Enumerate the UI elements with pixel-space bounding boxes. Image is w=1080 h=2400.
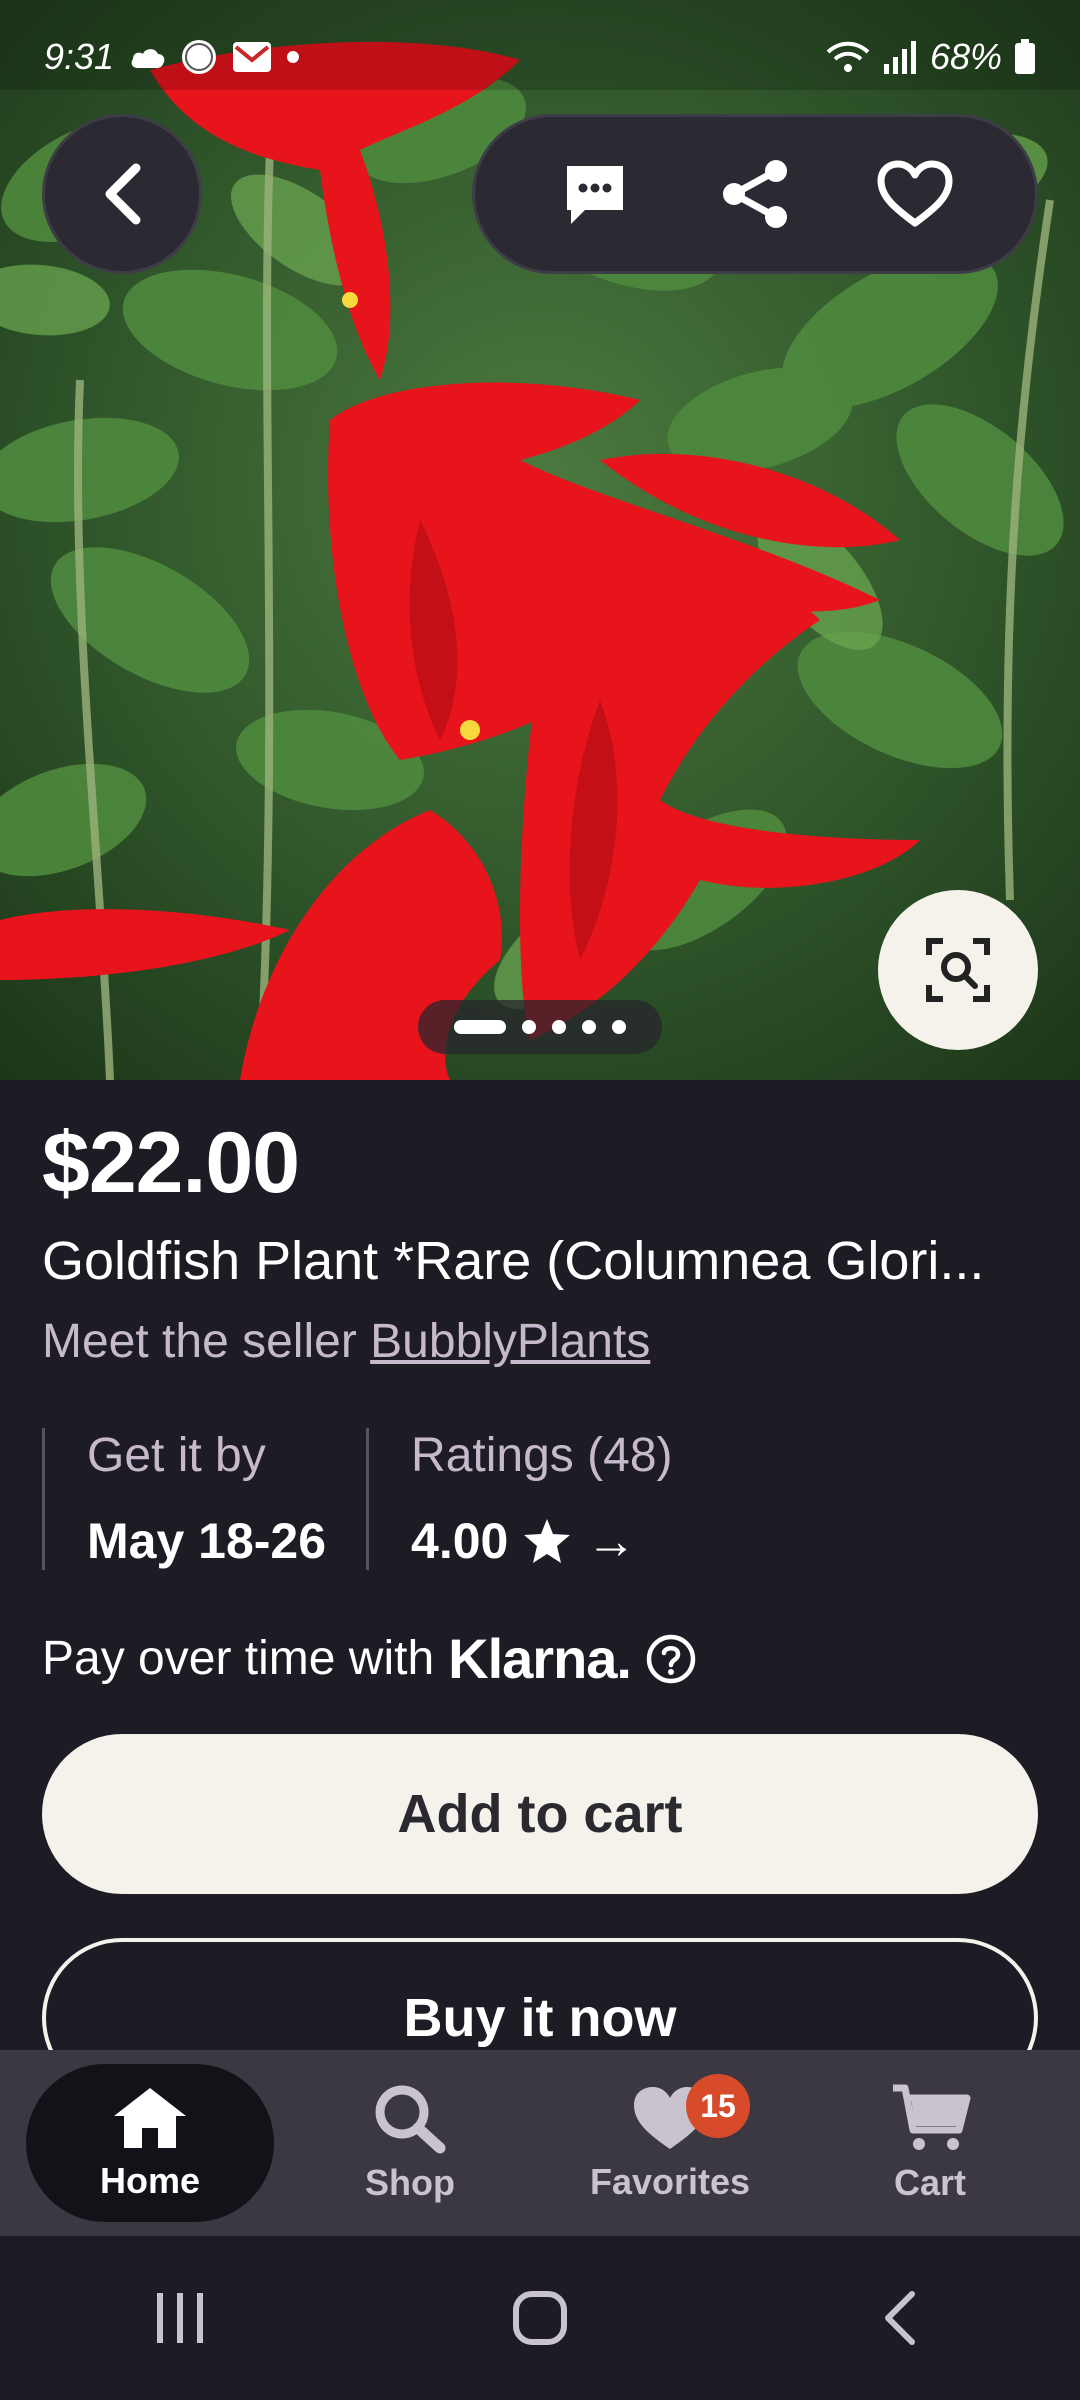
product-image[interactable]: 9:31 68%: [0, 0, 1080, 1080]
visual-search-icon: [926, 938, 990, 1002]
seller-link[interactable]: BubblyPlants: [370, 1315, 650, 1368]
carousel-dot: [612, 1020, 626, 1034]
search-icon: [375, 2085, 446, 2154]
message-seller-button[interactable]: [540, 139, 650, 249]
klarna-row[interactable]: Pay over time with Klarna.: [42, 1626, 697, 1691]
image-carousel-indicator: [418, 1000, 662, 1054]
add-to-cart-button[interactable]: Add to cart: [42, 1734, 1038, 1894]
nav-shop[interactable]: Shop: [286, 2064, 534, 2222]
bottom-nav: Home Shop 15 Favorites Cart: [0, 2050, 1080, 2236]
home-system-button[interactable]: [480, 2268, 600, 2368]
seller-line: Meet the seller BubblyPlants: [42, 1314, 650, 1369]
recent-apps-icon: [157, 2293, 203, 2343]
share-button[interactable]: [700, 139, 810, 249]
heart-outline-icon: [877, 160, 953, 227]
home-circle-icon: [513, 2291, 567, 2345]
action-toolbar: [472, 114, 1038, 274]
share-icon: [723, 160, 787, 228]
info-row: Get it by May 18-26 Ratings (48) 4.00 →: [42, 1428, 713, 1570]
carousel-dot: [582, 1020, 596, 1034]
nav-favorites-label: Favorites: [589, 2161, 751, 2202]
battery-icon: [1015, 39, 1035, 74]
rating-value: 4.00: [411, 1513, 509, 1569]
favorites-badge: 15: [686, 2074, 750, 2138]
klarna-logo: Klarna.: [448, 1627, 632, 1690]
ratings-value-row: 4.00 →: [411, 1512, 672, 1570]
carousel-dot: [552, 1020, 566, 1034]
delivery-label: Get it by: [87, 1429, 266, 1482]
battery-percent: 68%: [929, 36, 1002, 77]
nav-home[interactable]: Home: [26, 2064, 274, 2222]
product-details: $22.00 Goldfish Plant *Rare (Columnea Gl…: [0, 1080, 1080, 2050]
cart-icon: [893, 2084, 971, 2150]
ratings-label: Ratings (48): [411, 1429, 673, 1482]
nav-shop-label: Shop: [365, 2162, 455, 2203]
status-bar: 9:31 68%: [0, 0, 1080, 120]
buy-now-button[interactable]: Buy it now: [42, 1938, 1038, 2050]
klarna-text: Pay over time with: [42, 1632, 435, 1685]
mail-icon: [233, 42, 272, 72]
seller-prefix: Meet the seller: [42, 1315, 357, 1368]
carousel-dot: [522, 1020, 536, 1034]
delivery-value: May 18-26: [87, 1513, 327, 1569]
nav-cart-label: Cart: [893, 2162, 967, 2203]
back-button[interactable]: [42, 114, 202, 274]
nav-cart[interactable]: Cart: [806, 2064, 1054, 2222]
delivery-info: Get it by May 18-26: [42, 1428, 366, 1570]
help-icon[interactable]: [645, 1633, 697, 1685]
nav-favorites[interactable]: 15 Favorites: [546, 2064, 794, 2222]
ratings-info[interactable]: Ratings (48) 4.00 →: [366, 1428, 712, 1570]
notification-dot-icon: [287, 51, 300, 63]
star-icon: [524, 1519, 571, 1563]
carousel-dot-active: [454, 1020, 506, 1034]
wifi-icon: [826, 41, 870, 72]
signal-icon: [883, 41, 916, 74]
cloud-icon: [131, 49, 165, 68]
product-title[interactable]: Goldfish Plant *Rare (Columnea Glori...: [42, 1230, 1042, 1292]
recent-apps-button[interactable]: [120, 2268, 240, 2368]
nav-home-label: Home: [99, 2160, 201, 2201]
product-screen: 9:31 68% $22.00 Goldfish Plant *Rare (Co…: [0, 0, 1080, 2400]
visual-search-button[interactable]: [878, 890, 1038, 1050]
system-navigation-bar: [0, 2236, 1080, 2400]
price: $22.00: [42, 1115, 300, 1211]
back-chevron-icon: [885, 2291, 915, 2345]
ratings-arrow-icon: →: [586, 1513, 637, 1569]
amex-icon: [182, 40, 217, 74]
home-icon: [114, 2088, 186, 2148]
message-icon: [567, 166, 623, 224]
chevron-left-icon: [105, 163, 141, 225]
favorite-button[interactable]: [860, 139, 970, 249]
back-system-button[interactable]: [840, 2268, 960, 2368]
clock: 9:31: [44, 36, 115, 77]
